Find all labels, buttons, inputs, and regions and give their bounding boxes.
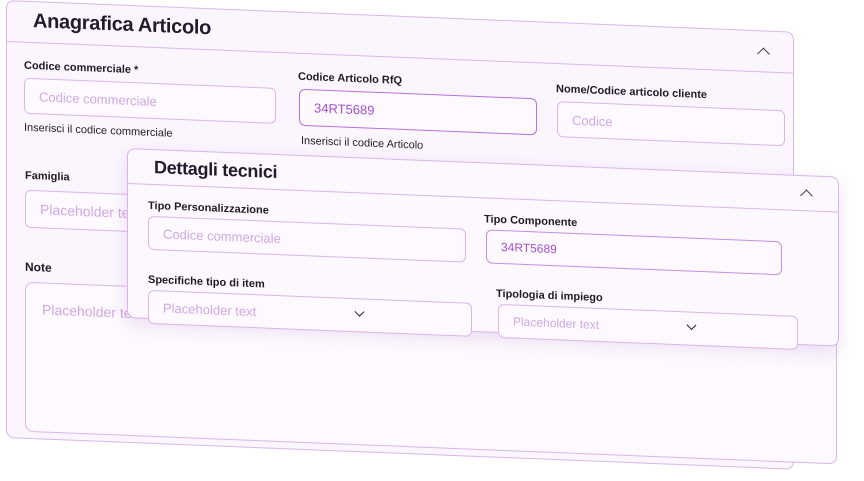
- nome-codice-cliente-label: Nome/Codice articolo cliente: [556, 83, 707, 102]
- form-stage: Anagrafica Articolo Codice commerciale *…: [0, 0, 864, 481]
- famiglia-label: Famiglia: [25, 169, 70, 184]
- tipologia-impiego-label: Tipologia di impiego: [496, 287, 603, 305]
- codice-commerciale-input[interactable]: Codice commerciale: [24, 77, 276, 124]
- tipo-personalizzazione-input[interactable]: Codice commerciale: [148, 215, 466, 263]
- codice-rfq-input[interactable]: 34RT5689: [299, 88, 537, 136]
- chevron-up-icon[interactable]: [757, 47, 770, 61]
- tipo-componente-input[interactable]: 34RT5689: [486, 229, 782, 276]
- codice-commerciale-label: Codice commerciale *: [24, 59, 139, 77]
- dettagli-tecnici-card: Dettagli tecnici Tipo Personalizzazione …: [127, 148, 839, 350]
- anagrafica-header[interactable]: Anagrafica Articolo: [7, 1, 793, 74]
- dettagli-title: Dettagli tecnici: [154, 157, 278, 183]
- anagrafica-title: Anagrafica Articolo: [33, 10, 212, 40]
- tipo-componente-label: Tipo Componente: [484, 213, 578, 230]
- chevron-up-icon[interactable]: [800, 189, 813, 203]
- tipo-personalizzazione-label: Tipo Personalizzazione: [148, 199, 269, 217]
- nome-codice-cliente-input[interactable]: Codice: [557, 101, 785, 147]
- codice-commerciale-helper: Inserisci il codice commerciale: [24, 121, 173, 140]
- note-label: Note: [25, 259, 52, 275]
- codice-rfq-helper: Inserisci il codice Articolo: [301, 134, 424, 152]
- codice-rfq-label: Codice Articolo RfQ: [298, 70, 403, 87]
- specifiche-tipo-item-label: Specifiche tipo di item: [148, 273, 265, 291]
